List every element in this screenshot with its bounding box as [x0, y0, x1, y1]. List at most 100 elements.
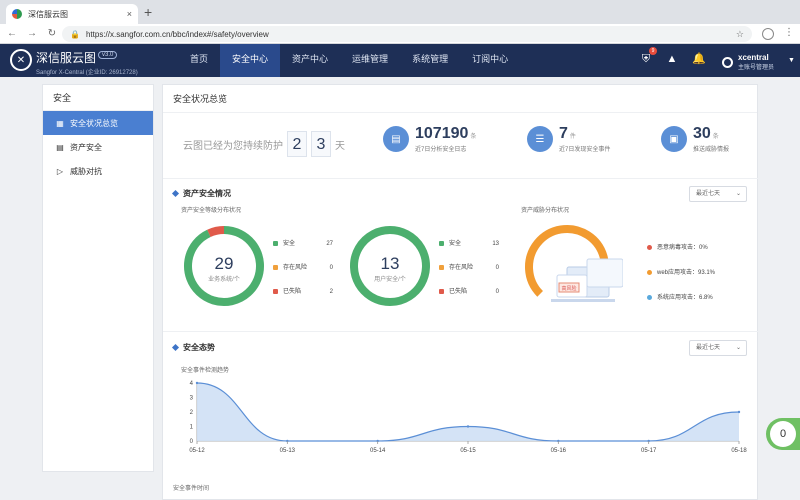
section-title-text: 安全态势 — [183, 343, 215, 352]
sidebar: 安全 ▦ 安全状况总览 ▤ 资产安全 ▷ 威胁对抗 — [42, 84, 154, 472]
legend-row: 安全 27 — [273, 239, 333, 263]
table-icon: ▤ — [56, 142, 64, 152]
back-icon[interactable]: ← — [4, 28, 20, 39]
close-tab-icon[interactable]: × — [127, 9, 132, 19]
stat-unit: 条 — [712, 134, 719, 140]
stat-desc: 推送威胁情报 — [693, 147, 730, 153]
legend-row: 恶意病毒攻击：0% — [647, 243, 737, 268]
trend-chart: 0 1 2 3 4 05-12 05-13 05-14 05-15 05-16 05-17 05-18 — [189, 381, 747, 454]
trend-range-select[interactable]: 最近七天 ⌄ — [689, 340, 747, 356]
legend-label: 存在风险 — [449, 265, 474, 271]
legend-row: 系统应用攻击：6.8% — [647, 293, 737, 318]
sidebar-item-asset-security[interactable]: ▤ 资产安全 — [43, 135, 153, 159]
profile-icon[interactable] — [762, 28, 774, 40]
donut-value: 13 — [381, 254, 400, 273]
nav-asset-center[interactable]: 资产中心 — [280, 44, 340, 77]
user-role: 主账号管理员 — [738, 65, 775, 71]
y-tick-label: 3 — [190, 396, 194, 402]
version-badge: v3.0 — [98, 51, 118, 59]
donut2-legend: 安全 13 存在风险 0 已失陷 0 — [439, 239, 499, 311]
series-area — [197, 383, 739, 441]
stat-value: 107190 — [415, 125, 469, 142]
stat-intel: ▣ 30 条 推送威胁情报 — [661, 125, 729, 153]
threat-legend: 恶意病毒攻击：0% web应用攻击：93.1% 系统应用攻击：6.8% — [647, 243, 737, 318]
legend-swatch — [273, 240, 278, 246]
x-tick-label: 05-17 — [641, 448, 657, 454]
address-bar: ← → ↻ 🔒 https://x.sangfor.com.cn/bbc/ind… — [0, 24, 800, 44]
y-tick-label: 0 — [190, 439, 194, 445]
y-tick-label: 2 — [190, 410, 194, 416]
stats-row: 云图已经为您持续防护 2 3 天 ▤ 107190 条 近7日分析安全日志 ☰ 7… — [163, 113, 759, 179]
legend-label: 已失陷 — [449, 289, 468, 295]
brand: 深信服云图 v3.0 Sangfor X-Central (企业ID: 26912… — [36, 49, 138, 76]
legend-row: 存在风险 0 — [273, 263, 333, 287]
float-counter-value: 0 — [770, 421, 796, 447]
stat-logs: ▤ 107190 条 近7日分析安全日志 — [383, 125, 476, 153]
legend-row: 已失陷 2 — [273, 287, 333, 311]
legend-row: 存在风险 0 — [439, 263, 499, 287]
data-point — [195, 381, 199, 385]
asset-range-select[interactable]: 最近七天 ⌄ — [689, 186, 747, 202]
nav-system[interactable]: 系统管理 — [400, 44, 460, 77]
sidebar-item-label: 威胁对抗 — [70, 166, 102, 176]
legend-value: 2 — [329, 289, 333, 295]
legend-label: 安全 — [283, 241, 296, 247]
nav-security-center[interactable]: 安全中心 — [220, 44, 281, 77]
x-tick-label: 05-13 — [280, 448, 296, 454]
url-text: https://x.sangfor.com.cn/bbc/index#/safe… — [85, 29, 269, 39]
legend-swatch — [647, 244, 652, 250]
protect-digit: 2 — [287, 131, 307, 157]
bookmark-star-icon[interactable]: ☆ — [736, 29, 744, 40]
legend-label: 已失陷 — [283, 289, 302, 295]
x-tick-label: 05-15 — [460, 448, 476, 454]
window-illustration — [586, 258, 623, 288]
stat-desc: 近7日发现安全事件 — [559, 147, 611, 153]
legend-value: 0 — [495, 265, 499, 271]
browser-menu-icon[interactable]: ⋮ — [784, 27, 794, 38]
select-value: 最近七天 — [696, 191, 721, 197]
browser-tab[interactable]: 深信服云图 × — [6, 4, 138, 24]
x-tick-label: 05-12 — [189, 448, 205, 454]
forward-icon[interactable]: → — [24, 28, 40, 39]
brand-subtitle: Sangfor X-Central (企业ID: 26912728) — [36, 70, 138, 76]
section-divider — [163, 331, 759, 332]
sidebar-item-overview[interactable]: ▦ 安全状况总览 — [43, 111, 153, 135]
logo-icon: ✕ — [10, 49, 32, 71]
select-value: 最近七天 — [696, 345, 721, 351]
nav-subscription[interactable]: 订阅中心 — [460, 44, 520, 77]
document-icon: ▤ — [383, 126, 409, 152]
legend-label: 系统应用攻击：6.8% — [657, 295, 713, 301]
bell-icon[interactable]: 🔔 — [692, 53, 706, 65]
donut-business: 29 业务系统/个 — [184, 226, 264, 306]
play-icon: ▷ — [56, 166, 64, 176]
browser-tab-bar: 深信服云图 × + — [0, 0, 800, 24]
diamond-icon — [171, 343, 180, 352]
url-field[interactable]: 🔒 https://x.sangfor.com.cn/bbc/index#/sa… — [62, 26, 752, 42]
stat-unit: 条 — [470, 134, 477, 140]
reload-icon[interactable]: ↻ — [44, 28, 60, 39]
stat-events: ☰ 7件 近7日发现安全事件 — [527, 125, 610, 153]
legend-swatch — [647, 294, 652, 300]
username: xcentral — [738, 53, 769, 62]
user-menu[interactable]: xcentral 主账号管理员 ▼ — [722, 53, 795, 71]
stat-value: 7 — [559, 125, 568, 142]
section-title-text: 资产安全情况 — [183, 189, 231, 198]
chevron-down-icon[interactable]: ▼ — [788, 57, 795, 64]
new-tab-button[interactable]: + — [144, 4, 152, 20]
legend-value: 0 — [495, 289, 499, 295]
sidebar-item-label: 资产安全 — [70, 142, 102, 152]
sidebar-item-threat[interactable]: ▷ 威胁对抗 — [43, 159, 153, 183]
stat-desc: 近7日分析安全日志 — [415, 147, 467, 153]
nav-ops[interactable]: 运维管理 — [340, 44, 400, 77]
donut-label: 用户安全/个 — [374, 275, 406, 283]
nav-home[interactable]: 首页 — [178, 44, 220, 77]
lock-icon: 🔒 — [70, 29, 80, 39]
protect-unit: 天 — [335, 140, 345, 152]
float-counter[interactable]: 0 — [766, 418, 800, 450]
legend-swatch — [439, 288, 444, 294]
y-tick-label: 4 — [190, 381, 194, 387]
shield-icon[interactable]: ⛨ 9 — [640, 47, 657, 65]
protect-days: 云图已经为您持续防护 2 3 天 — [183, 131, 345, 157]
warning-icon[interactable]: ▲ — [666, 53, 678, 65]
data-point — [737, 410, 741, 414]
